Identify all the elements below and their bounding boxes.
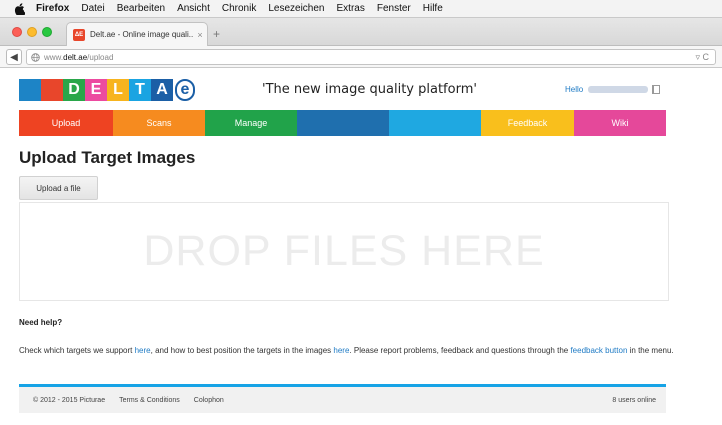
nav-item-blank-3[interactable] [297,110,389,136]
browser-tab-active[interactable]: ΔE Delt.ae - Online image quali... × [66,22,208,46]
targets-link[interactable]: here [135,346,151,355]
drop-zone[interactable]: DROP FILES HERE [19,202,669,301]
logo-block: e [175,79,195,101]
help-text-part: , and how to best position the targets i… [150,346,334,355]
copyright: © 2012 - 2015 Picturae [33,396,106,404]
users-online: 8 users online [612,396,656,404]
nav-item-blank-4[interactable] [389,110,481,136]
help-text-part: Check which targets we support [19,346,135,355]
nav-item-upload[interactable]: Upload [19,110,113,136]
tagline: 'The new image quality platform' [262,82,477,97]
menu-datei[interactable]: Datei [81,3,104,14]
page: DELTAe 'The new image quality platform' … [0,69,722,425]
menu-firefox[interactable]: Firefox [36,3,69,14]
nav-item-manage[interactable]: Manage [205,110,297,136]
screen: Firefox Datei Bearbeiten Ansicht Chronik… [0,0,722,425]
logo-block: L [107,79,129,101]
redacted-username [588,86,649,93]
tab-title: Delt.ae - Online image quali... [90,30,193,39]
os-menubar: Firefox Datei Bearbeiten Ansicht Chronik… [0,0,722,18]
menu-fenster[interactable]: Fenster [377,3,411,14]
browser-navbar: ◀ www. delt.ae/upload ▿ C [0,46,722,68]
help-text: Check which targets we support here, and… [19,342,679,360]
footer: © 2012 - 2015 Picturae Terms & Condition… [19,387,666,413]
nav-item-feedback[interactable]: Feedback [481,110,574,136]
menu-extras[interactable]: Extras [337,3,365,14]
url-bar[interactable]: www. delt.ae/upload ▿ C [26,49,716,65]
terms-link[interactable]: Terms & Conditions [119,397,180,404]
window-close-button[interactable] [12,27,22,37]
nav-item-scans[interactable]: Scans [113,110,205,136]
feedback-link[interactable]: feedback button [570,346,627,355]
site-logo[interactable]: DELTAe [19,79,195,101]
positioning-link[interactable]: here [333,346,349,355]
browser-tabstrip: ΔE Delt.ae - Online image quali... × + [0,18,722,46]
menu-hilfe[interactable]: Hilfe [423,3,443,14]
favicon-icon: ΔE [73,28,85,41]
window-zoom-button[interactable] [42,27,52,37]
logo-block: E [85,79,107,101]
menu-chronik[interactable]: Chronik [222,3,256,14]
hello-label: Hello [565,85,584,94]
logo-block: T [129,79,151,101]
globe-icon [31,52,40,62]
upload-file-button[interactable]: Upload a file [19,176,98,200]
flag-icon[interactable] [652,85,661,94]
help-text-part: in the menu. [627,346,674,355]
back-arrow-icon: ◀ [10,51,18,63]
logo-block: D [63,79,85,101]
url-path: /upload [87,52,114,62]
main-nav: Upload Scans Manage Feedback Wiki [19,110,666,136]
help-text-part: . Please report problems, feedback and q… [349,346,571,355]
nav-item-wiki[interactable]: Wiki [574,110,666,136]
menu-lesezeichen[interactable]: Lesezeichen [268,3,324,14]
tab-close-icon[interactable]: × [193,30,207,40]
menu-ansicht[interactable]: Ansicht [177,3,210,14]
logo-block: A [151,79,173,101]
url-prefix: www. [44,52,64,62]
help-heading: Need help? [19,318,63,327]
colophon-link[interactable]: Colophon [194,397,224,404]
new-tab-button[interactable]: + [213,27,220,41]
drop-zone-label: DROP FILES HERE [143,227,545,275]
url-domain: delt.ae [63,52,88,62]
apple-icon[interactable] [14,2,26,17]
logo-block [19,79,41,101]
page-title: Upload Target Images [19,148,196,167]
window-minimize-button[interactable] [27,27,37,37]
back-button[interactable]: ◀ [6,49,22,65]
user-greeting[interactable]: Hello [565,85,661,94]
reload-icon[interactable]: ▿ C [695,52,709,63]
logo-block [41,79,63,101]
menu-bearbeiten[interactable]: Bearbeiten [117,3,165,14]
